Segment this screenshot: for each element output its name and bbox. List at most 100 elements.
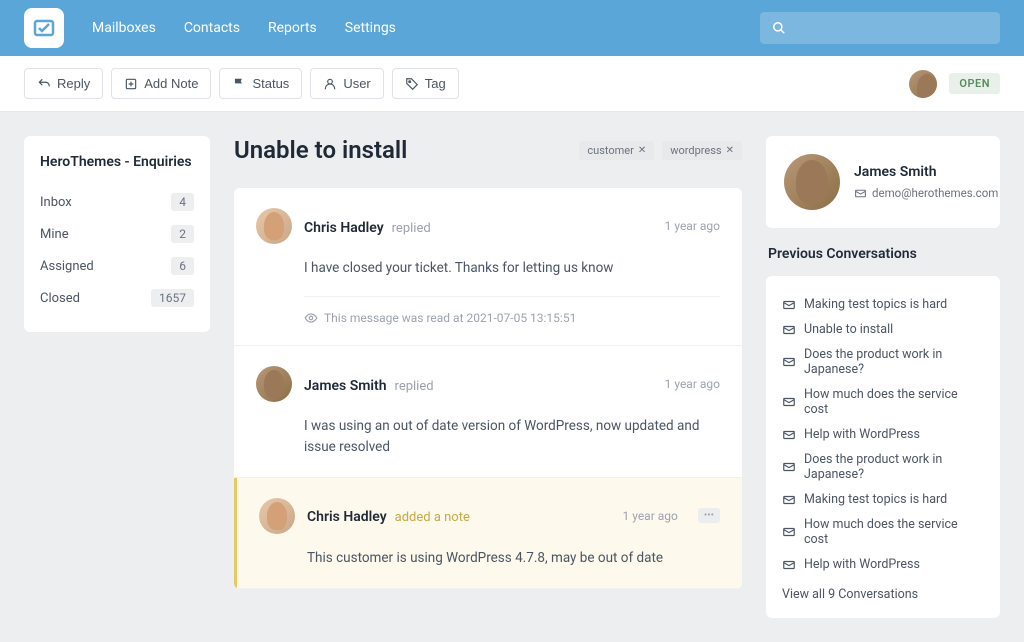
message-item: Chris Hadley replied 1 year ago I have c… [234, 188, 742, 346]
nav-reports[interactable]: Reports [268, 20, 317, 36]
message-author: Chris Hadley [304, 220, 384, 236]
mailbox-title: HeroThemes - Enquiries [40, 154, 194, 170]
customer-name: James Smith [854, 164, 998, 180]
user-icon [323, 77, 337, 91]
envelope-icon [782, 323, 796, 337]
reply-label: Reply [57, 76, 90, 91]
tag-remove-icon[interactable]: ✕ [726, 145, 734, 156]
prev-conversation-item[interactable]: Help with WordPress [782, 422, 984, 447]
user-button[interactable]: User [310, 68, 383, 99]
prev-conversation-item[interactable]: Unable to install [782, 317, 984, 342]
tag-wordpress[interactable]: wordpress ✕ [662, 141, 742, 160]
author-avatar [259, 498, 295, 534]
message-action: replied [392, 221, 431, 236]
tag-remove-icon[interactable]: ✕ [638, 145, 646, 156]
nav-settings[interactable]: Settings [345, 20, 396, 36]
sidebar-item-label: Inbox [40, 195, 72, 210]
sidebar-item-assigned[interactable]: Assigned 6 [40, 250, 194, 282]
message-time: 1 year ago [623, 509, 678, 523]
top-header: Mailboxes Contacts Reports Settings [0, 0, 1024, 56]
customer-panel: James Smith demo@herothemes.com Previous… [766, 136, 1000, 618]
checkmark-envelope-icon [32, 16, 56, 40]
main-layout: HeroThemes - Enquiries Inbox 4 Mine 2 As… [0, 112, 1024, 642]
count-badge: 4 [171, 193, 194, 211]
envelope-icon [854, 187, 867, 200]
prev-conversation-item[interactable]: Help with WordPress [782, 552, 984, 577]
search-icon [772, 21, 786, 35]
message-thread: Chris Hadley replied 1 year ago I have c… [234, 188, 742, 589]
customer-avatar [784, 154, 840, 210]
envelope-icon [782, 355, 796, 369]
ticket-status-badge: OPEN [949, 73, 1000, 94]
ticket-tags: customer ✕ wordpress ✕ [579, 141, 742, 160]
tag-button[interactable]: Tag [392, 68, 459, 99]
prev-conversation-item[interactable]: Making test topics is hard [782, 487, 984, 512]
message-note-item: Chris Hadley added a note 1 year ago •••… [234, 478, 742, 589]
current-user-avatar[interactable] [909, 70, 937, 98]
message-author: Chris Hadley [307, 509, 387, 525]
note-icon [124, 77, 138, 91]
status-label: Status [252, 76, 289, 91]
count-badge: 2 [171, 225, 194, 243]
envelope-icon [782, 460, 796, 474]
message-body: I have closed your ticket. Thanks for le… [304, 258, 720, 278]
count-badge: 6 [171, 257, 194, 275]
reply-button[interactable]: Reply [24, 68, 103, 99]
action-toolbar: Reply Add Note Status User Tag OPEN [0, 56, 1024, 112]
search-input[interactable] [760, 12, 1000, 44]
message-body: This customer is using WordPress 4.7.8, … [307, 548, 720, 568]
message-menu-button[interactable]: ••• [698, 508, 720, 523]
message-header: Chris Hadley added a note 1 year ago ••• [259, 498, 720, 534]
add-note-button[interactable]: Add Note [111, 68, 211, 99]
tag-customer[interactable]: customer ✕ [579, 141, 654, 160]
envelope-icon [782, 298, 796, 312]
message-header: Chris Hadley replied 1 year ago [256, 208, 720, 244]
read-receipt: This message was read at 2021-07-05 13:1… [304, 296, 720, 325]
sidebar-item-closed[interactable]: Closed 1657 [40, 282, 194, 314]
customer-email[interactable]: demo@herothemes.com [854, 186, 998, 200]
user-label: User [343, 76, 370, 91]
message-action: added a note [395, 510, 470, 525]
tag-icon [405, 77, 419, 91]
envelope-icon [782, 428, 796, 442]
prev-conversation-item[interactable]: Making test topics is hard [782, 292, 984, 317]
eye-icon [304, 311, 318, 325]
mailbox-card: HeroThemes - Enquiries Inbox 4 Mine 2 As… [24, 136, 210, 332]
prev-conversation-item[interactable]: Does the product work in Japanese? [782, 342, 984, 382]
message-time: 1 year ago [665, 377, 720, 391]
message-body: I was using an out of date version of Wo… [304, 416, 720, 457]
envelope-icon [782, 395, 796, 409]
ticket-content: Unable to install customer ✕ wordpress ✕… [234, 136, 742, 618]
prev-conversation-item[interactable]: How much does the service cost [782, 512, 984, 552]
envelope-icon [782, 493, 796, 507]
envelope-icon [782, 525, 796, 539]
message-author: James Smith [304, 378, 387, 394]
nav-contacts[interactable]: Contacts [184, 20, 240, 36]
status-button[interactable]: Status [219, 68, 302, 99]
envelope-icon [782, 558, 796, 572]
customer-card: James Smith demo@herothemes.com [766, 136, 1000, 228]
previous-conversations-card: Making test topics is hard Unable to ins… [766, 276, 1000, 618]
prev-conversation-item[interactable]: How much does the service cost [782, 382, 984, 422]
message-action: replied [395, 379, 434, 394]
sidebar-item-label: Mine [40, 227, 69, 242]
sidebar-item-mine[interactable]: Mine 2 [40, 218, 194, 250]
prev-conversation-item[interactable]: Does the product work in Japanese? [782, 447, 984, 487]
main-nav: Mailboxes Contacts Reports Settings [92, 20, 396, 36]
sidebar-item-label: Closed [40, 291, 80, 306]
reply-icon [37, 77, 51, 91]
app-logo[interactable] [24, 8, 64, 48]
view-all-conversations[interactable]: View all 9 Conversations [782, 587, 984, 602]
tag-label: Tag [425, 76, 446, 91]
ticket-header: Unable to install customer ✕ wordpress ✕ [234, 136, 742, 164]
toolbar-right: OPEN [909, 70, 1000, 98]
author-avatar [256, 366, 292, 402]
add-note-label: Add Note [144, 76, 198, 91]
sidebar-item-inbox[interactable]: Inbox 4 [40, 186, 194, 218]
nav-mailboxes[interactable]: Mailboxes [92, 20, 156, 36]
mailbox-sidebar: HeroThemes - Enquiries Inbox 4 Mine 2 As… [24, 136, 210, 618]
ticket-title: Unable to install [234, 136, 407, 164]
message-header: James Smith replied 1 year ago [256, 366, 720, 402]
author-avatar [256, 208, 292, 244]
message-time: 1 year ago [665, 219, 720, 233]
